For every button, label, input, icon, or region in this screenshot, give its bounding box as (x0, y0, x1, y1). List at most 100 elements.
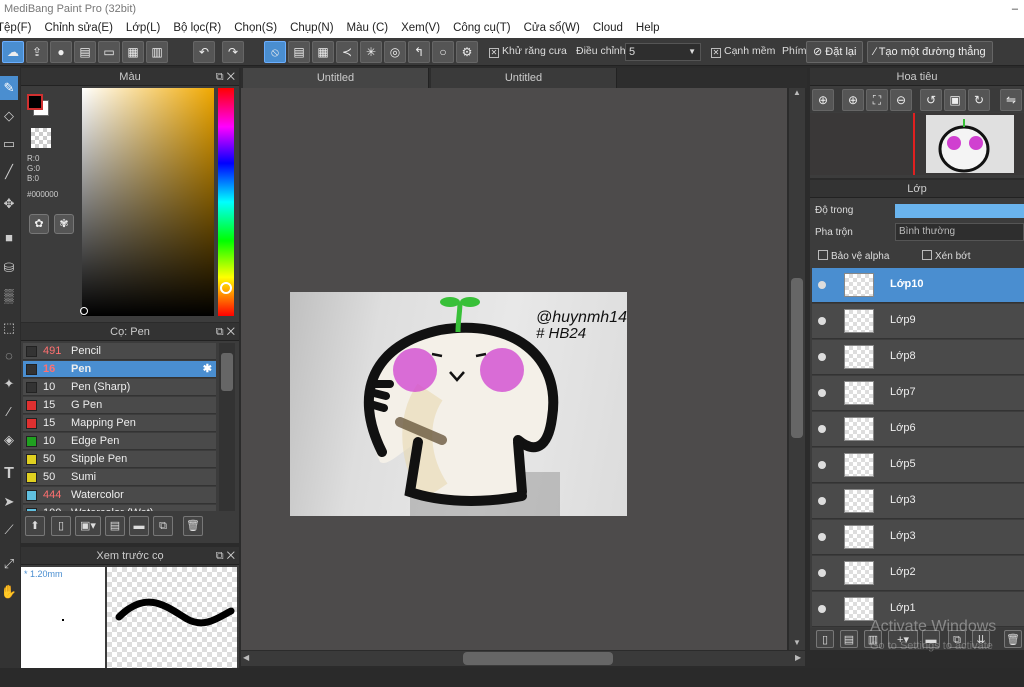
scrollbar-thumb[interactable] (221, 353, 233, 391)
brush-settings-icon[interactable]: ▤ (105, 516, 125, 536)
visibility-eye-icon[interactable] (818, 353, 826, 361)
visibility-eye-icon[interactable] (818, 389, 826, 397)
zoom-in-icon[interactable]: ⊕ (842, 89, 864, 111)
menu-tools[interactable]: Công cụ(T) (453, 22, 511, 34)
menu-cloud[interactable]: Cloud (593, 22, 623, 34)
navigator-preview[interactable] (810, 113, 1024, 175)
menu-capture[interactable]: Chụp(N) (290, 22, 333, 34)
lasso-tool-icon[interactable]: ◌ (0, 344, 18, 368)
select-rect-tool-icon[interactable]: ⬚ (0, 316, 18, 340)
bucket-tool-icon[interactable]: ⛁ (0, 256, 18, 280)
scroll-up-icon[interactable]: ▲ (790, 88, 804, 100)
palette-add-icon[interactable]: ✾ (54, 214, 74, 234)
duplicate-icon[interactable]: ⧉ (153, 516, 173, 536)
soft-edge-toggle[interactable]: ✕ Cạnh mềm (711, 45, 775, 58)
menu-color[interactable]: Màu (C) (347, 22, 389, 34)
hand-tool-icon[interactable]: ✋ (0, 580, 18, 604)
color-picker-knob[interactable] (80, 307, 88, 315)
antialias-toggle[interactable]: ✕ Khử răng cưa (489, 45, 567, 58)
straight-line-button[interactable]: ∕ Tạo một đường thẳng (867, 41, 993, 63)
panel-close-icon[interactable]: ⧉ ✕ (216, 68, 235, 86)
layer-row[interactable]: Lớp2 (812, 556, 1024, 591)
operation-tool-icon[interactable]: ➤ (0, 490, 18, 514)
zoom-in-icon[interactable]: ⊕ (812, 89, 834, 111)
visibility-eye-icon[interactable] (818, 497, 826, 505)
new-brush-icon[interactable]: ▯ (51, 516, 71, 536)
scroll-left-icon[interactable]: ◀ (243, 653, 249, 662)
select-eraser-tool-icon[interactable]: ◈ (0, 428, 18, 452)
visibility-eye-icon[interactable] (818, 281, 826, 289)
menu-select[interactable]: Chọn(S) (234, 22, 277, 34)
menu-window[interactable]: Cửa sổ(W) (524, 22, 580, 34)
rotate-left-icon[interactable]: ↺ (920, 89, 942, 111)
undo-icon[interactable]: ↶ (193, 41, 215, 63)
brush-tool-icon[interactable]: ✎ (0, 76, 18, 100)
grid-snap-icon[interactable]: ▦ (312, 41, 334, 63)
panel-close-icon[interactable]: ⧉ ✕ (216, 323, 235, 341)
layer-row[interactable]: Lớp7 (812, 376, 1024, 411)
minimize-button[interactable]: – (1012, 0, 1018, 18)
protect-alpha-checkbox[interactable] (818, 250, 828, 260)
text-tool-icon[interactable]: T (0, 462, 18, 486)
eraser-tool-icon[interactable]: ◇ (0, 104, 18, 128)
rectangle-tool-icon[interactable]: ▭ (0, 132, 18, 156)
canvas-vertical-scrollbar[interactable]: ▲ ▼ (789, 88, 805, 650)
canvas-area[interactable]: @huynmh14 # HB24 (241, 88, 787, 650)
primary-color-swatch[interactable] (27, 94, 43, 110)
reset-view-icon[interactable]: ▣ (944, 89, 966, 111)
select-pen-tool-icon[interactable]: ⁄ (0, 400, 18, 424)
radial-snap-icon[interactable]: ✳ (360, 41, 382, 63)
brush-item[interactable]: 491 Pencil (23, 343, 216, 360)
zoom-out-icon[interactable]: ⊖ (890, 89, 912, 111)
document-tab[interactable]: Untitled (431, 68, 617, 88)
brush-item[interactable]: 16 Pen ✱ (23, 361, 216, 378)
clip-toggle[interactable]: Xén bớt (922, 250, 970, 262)
visibility-eye-icon[interactable] (818, 317, 826, 325)
speech-bubble-icon[interactable]: ● (50, 41, 72, 63)
redo-icon[interactable]: ↷ (222, 41, 244, 63)
layer-row[interactable]: Lớp9 (812, 304, 1024, 339)
no-snap-icon[interactable]: ⦸ (264, 41, 286, 63)
gear-icon[interactable]: ✱ (203, 361, 212, 378)
blend-mode-select[interactable]: Bình thường (895, 223, 1024, 241)
curve-snap-icon[interactable]: ↰ (408, 41, 430, 63)
hue-slider-knob[interactable] (220, 282, 232, 294)
parallel-snap-icon[interactable]: ▤ (288, 41, 310, 63)
new-layer-icon[interactable]: ▯ (816, 630, 834, 648)
antialias-checkbox[interactable]: ✕ (489, 48, 499, 58)
clip-checkbox[interactable] (922, 250, 932, 260)
folder-icon[interactable]: ▬ (129, 516, 149, 536)
layer-row[interactable]: Lớp10 (812, 268, 1024, 303)
cloud-icon[interactable]: ☁ (2, 41, 24, 63)
layer-row[interactable]: Lớp8 (812, 340, 1024, 375)
panel-close-icon[interactable]: ⧉ ✕ (216, 547, 235, 565)
gradient-tool-icon[interactable]: ▒ (0, 284, 18, 308)
comment-icon[interactable]: ▤ (74, 41, 96, 63)
menu-layer[interactable]: Lớp(L) (126, 22, 160, 34)
layer-row[interactable]: Lớp3 (812, 484, 1024, 519)
opacity-slider[interactable] (895, 204, 1024, 218)
transparent-color-swatch[interactable] (31, 128, 51, 148)
eyedropper-tool-icon[interactable]: ⤢ (0, 552, 18, 576)
scroll-down-icon[interactable]: ▼ (790, 638, 804, 650)
visibility-eye-icon[interactable] (818, 569, 826, 577)
fit-screen-icon[interactable]: ⛶ (866, 89, 888, 111)
scroll-right-icon[interactable]: ▶ (795, 653, 801, 662)
fill-rect-tool-icon[interactable]: ■ (0, 226, 18, 250)
menu-help[interactable]: Help (636, 22, 660, 34)
brush-item[interactable]: 15 Mapping Pen (23, 415, 216, 432)
scrollbar-thumb[interactable] (791, 278, 803, 438)
divide-tool-icon[interactable]: ⟋ (0, 518, 18, 542)
brush-item[interactable]: 10 Pen (Sharp) (23, 379, 216, 396)
visibility-eye-icon[interactable] (818, 461, 826, 469)
menu-view[interactable]: Xem(V) (401, 22, 440, 34)
layer-row[interactable]: Lớp6 (812, 412, 1024, 447)
layer-row[interactable]: Lớp5 (812, 448, 1024, 483)
brush-copy-icon[interactable]: ▣▾ (75, 516, 101, 536)
visibility-eye-icon[interactable] (818, 425, 826, 433)
protect-alpha-toggle[interactable]: Bảo vệ alpha (818, 250, 889, 262)
brush-add-icon[interactable]: ⬆ (25, 516, 45, 536)
adjust-select[interactable]: 5 ▼ (625, 43, 701, 61)
trash-icon[interactable]: 🗑 (183, 516, 203, 536)
menu-file[interactable]: Tệp(F) (0, 22, 32, 34)
